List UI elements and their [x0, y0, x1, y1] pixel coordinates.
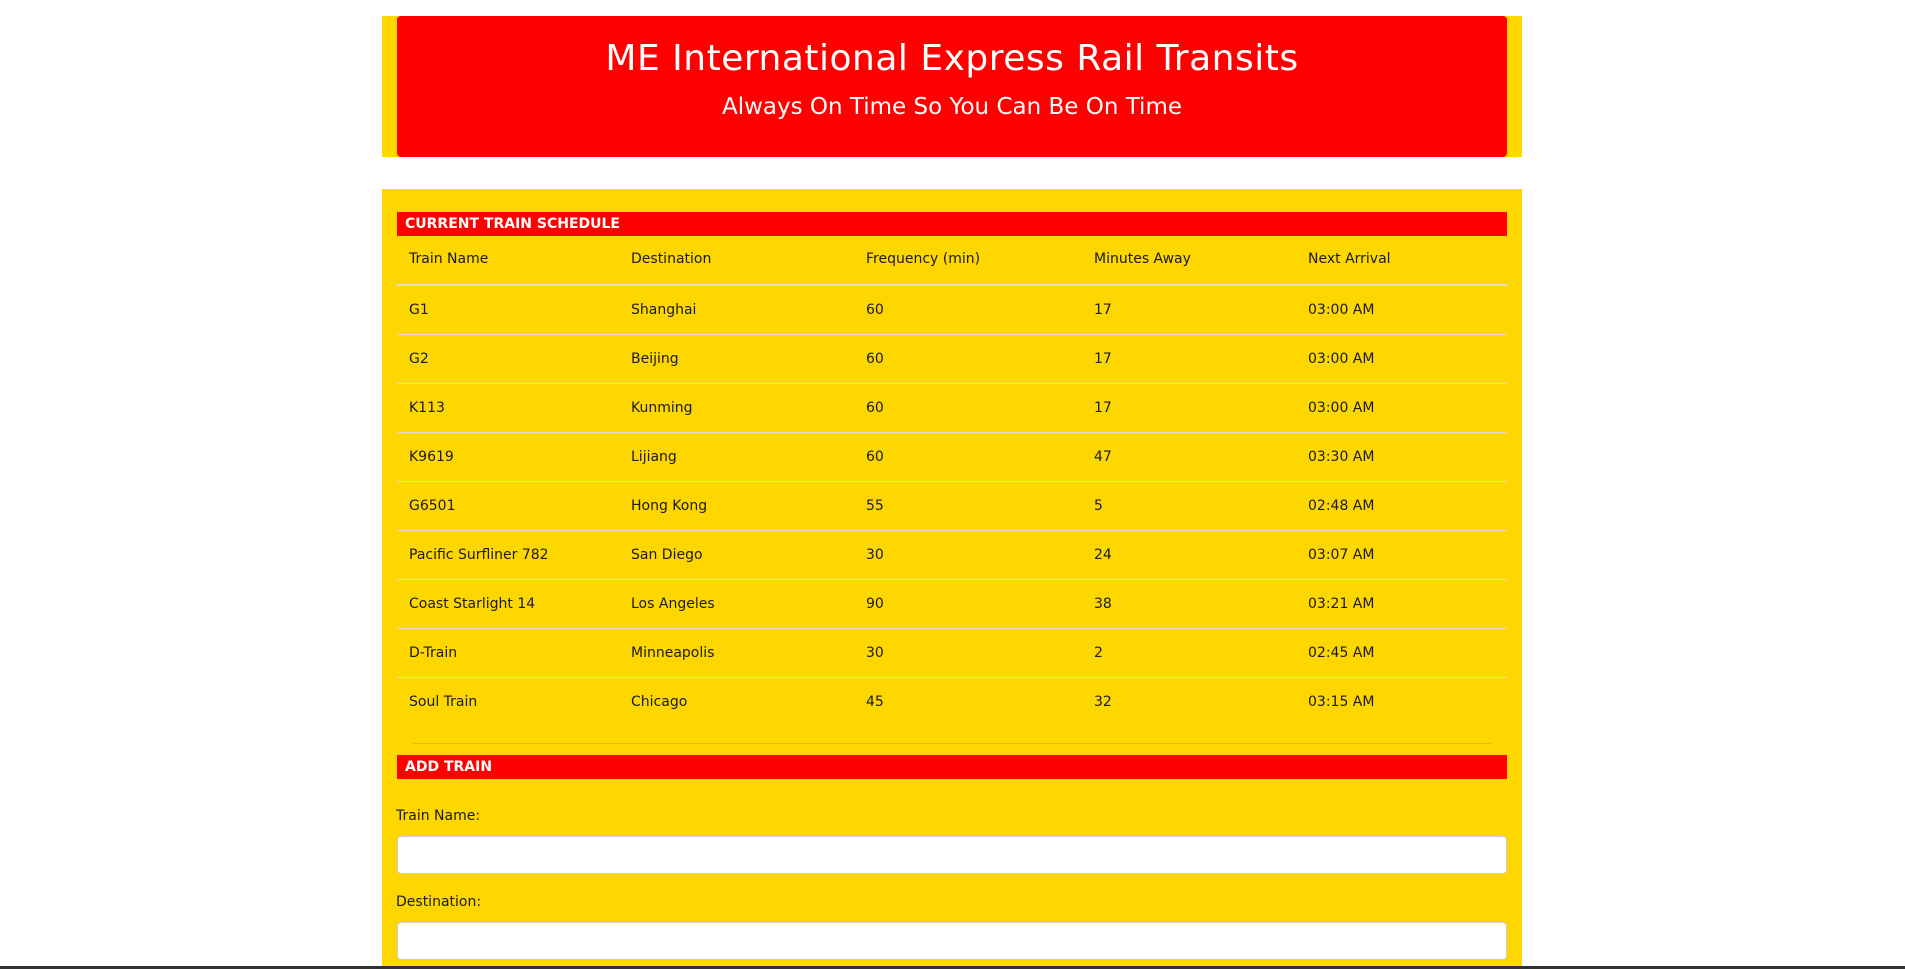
schedule-heading: CURRENT TRAIN SCHEDULE — [397, 212, 1507, 236]
cell-train-name: Soul Train — [409, 694, 478, 710]
table-row: Pacific Surfliner 782 San Diego 30 24 03… — [397, 530, 1507, 580]
site-tagline: Always On Time So You Can Be On Time — [721, 94, 1183, 120]
header-container: ME International Express Rail Transits A… — [382, 16, 1522, 157]
cell-minutes-away: 24 — [1082, 530, 1296, 580]
cell-destination: Los Angeles — [619, 579, 854, 629]
cell-next-arrival: 02:45 AM — [1296, 628, 1507, 678]
cell-train-name: Pacific Surfliner 782 — [397, 530, 619, 580]
cell-next-arrival: 03:07 AM — [1296, 530, 1507, 580]
cell-minutes-away: 2 — [1082, 628, 1296, 678]
cell-train-name: G1 — [397, 285, 619, 335]
cell-minutes-away: 32 — [1094, 694, 1112, 710]
cell-frequency: 90 — [854, 579, 1082, 629]
column-header-next-arrival: Next Arrival — [1296, 234, 1507, 286]
cell-minutes-away: 17 — [1082, 383, 1296, 433]
cell-destination: Hong Kong — [619, 481, 854, 531]
cell-destination: Chicago — [631, 694, 688, 710]
cell-minutes-away: 17 — [1082, 285, 1296, 335]
table-row: G6501 Hong Kong 55 5 02:48 AM — [397, 481, 1507, 531]
cell-destination: San Diego — [619, 530, 854, 580]
cell-train-name: G2 — [397, 334, 619, 384]
table-row: D-Train Minneapolis 30 2 02:45 AM — [397, 628, 1507, 678]
destination-input[interactable] — [397, 922, 1507, 960]
cell-frequency: 30 — [854, 628, 1082, 678]
cell-frequency: 30 — [854, 530, 1082, 580]
table-header-row: Train Name Destination Frequency (min) M… — [397, 234, 1507, 286]
cell-minutes-away: 17 — [1082, 334, 1296, 384]
cell-destination: Beijing — [619, 334, 854, 384]
main-panel: CURRENT TRAIN SCHEDULE Train Name Destin… — [382, 189, 1522, 969]
cell-train-name: D-Train — [397, 628, 619, 678]
header-banner: ME International Express Rail Transits A… — [397, 16, 1507, 157]
column-header-train-name: Train Name — [397, 234, 619, 286]
cell-train-name: Coast Starlight 14 — [397, 579, 619, 629]
cell-next-arrival: 03:00 AM — [1296, 383, 1507, 433]
column-header-minutes-away: Minutes Away — [1082, 234, 1296, 286]
table-row: Coast Starlight 14 Los Angeles 90 38 03:… — [397, 579, 1507, 629]
add-train-heading: ADD TRAIN — [397, 755, 1507, 779]
table-row: K9619 Lijiang 60 47 03:30 AM — [397, 432, 1507, 482]
cell-destination: Minneapolis — [619, 628, 854, 678]
table-row: G1 Shanghai 60 17 03:00 AM — [397, 285, 1507, 335]
cell-next-arrival: 03:15 AM — [1308, 694, 1375, 710]
column-header-destination: Destination — [619, 234, 854, 286]
table-row: G2 Beijing 60 17 03:00 AM — [397, 334, 1507, 384]
page: ME International Express Rail Transits A… — [0, 0, 1905, 969]
cell-frequency: 60 — [854, 432, 1082, 482]
cell-frequency: 45 — [866, 694, 884, 710]
cell-frequency: 60 — [854, 334, 1082, 384]
table-row: K113 Kunming 60 17 03:00 AM — [397, 383, 1507, 433]
train-name-input[interactable] — [397, 836, 1507, 874]
cell-next-arrival: 02:48 AM — [1296, 481, 1507, 531]
column-header-frequency: Frequency (min) — [854, 234, 1082, 286]
cell-destination: Kunming — [619, 383, 854, 433]
cell-train-name: K9619 — [397, 432, 619, 482]
cell-frequency: 55 — [854, 481, 1082, 531]
table-row: Soul Train Chicago 45 32 03:15 AM — [397, 678, 1507, 727]
cell-next-arrival: 03:00 AM — [1296, 334, 1507, 384]
cell-train-name: K113 — [397, 383, 619, 433]
section-divider — [412, 743, 1492, 744]
cell-minutes-away: 5 — [1082, 481, 1296, 531]
cell-minutes-away: 47 — [1082, 432, 1296, 482]
destination-label: Destination: — [396, 894, 482, 910]
cell-destination: Lijiang — [619, 432, 854, 482]
schedule-table: Train Name Destination Frequency (min) M… — [397, 234, 1507, 726]
cell-train-name: G6501 — [397, 481, 619, 531]
cell-next-arrival: 03:30 AM — [1296, 432, 1507, 482]
cell-next-arrival: 03:21 AM — [1296, 579, 1507, 629]
cell-destination: Shanghai — [619, 285, 854, 335]
cell-next-arrival: 03:00 AM — [1296, 285, 1507, 335]
cell-frequency: 60 — [854, 383, 1082, 433]
cell-frequency: 60 — [854, 285, 1082, 335]
train-name-label: Train Name: — [396, 808, 481, 824]
cell-minutes-away: 38 — [1082, 579, 1296, 629]
site-title: ME International Express Rail Transits — [605, 38, 1299, 79]
